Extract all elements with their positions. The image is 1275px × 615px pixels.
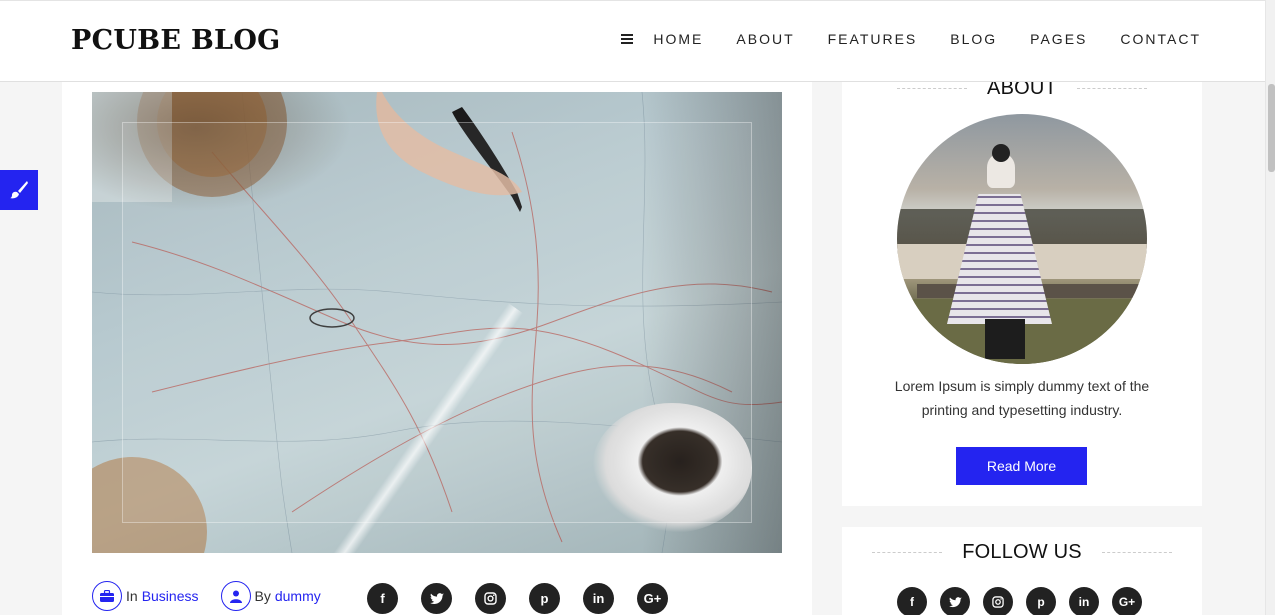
image-overlay-frame (122, 122, 752, 523)
nav-about[interactable]: ABOUT (736, 31, 794, 47)
nav-pages[interactable]: PAGES (1030, 31, 1087, 47)
title-divider-left (897, 88, 968, 89)
twitter-icon[interactable] (421, 583, 452, 614)
style-switcher-button[interactable] (0, 170, 38, 210)
title-divider-left (872, 552, 943, 553)
google-plus-icon[interactable]: G+ (637, 583, 668, 614)
photo-hat-pompom (992, 144, 1010, 162)
site-logo[interactable]: PCUBE BLOG (71, 25, 281, 56)
about-widget: ABOUT Lorem Ipsum is simply dummy text o… (842, 77, 1202, 506)
nav-features[interactable]: FEATURES (828, 31, 918, 47)
follow-social-icons: f p in G+ (897, 587, 1142, 615)
post-featured-image[interactable] (92, 92, 782, 553)
follow-title-row: FOLLOW US (842, 541, 1202, 564)
page-scrollbar[interactable] (1265, 0, 1275, 615)
twitter-icon[interactable] (940, 587, 970, 615)
about-photo (897, 114, 1147, 364)
main-nav: HOME ABOUT FEATURES BLOG PAGES CONTACT (621, 31, 1201, 47)
post-author: By dummy (220, 581, 321, 611)
post-category: In Business (92, 581, 199, 611)
photo-person-legs (985, 319, 1025, 359)
menu-icon[interactable] (621, 34, 634, 44)
about-description: Lorem Ipsum is simply dummy text of the … (894, 378, 1150, 418)
title-divider-right (1076, 88, 1147, 89)
category-link[interactable]: Business (142, 588, 199, 604)
category-prefix: In (126, 588, 138, 604)
instagram-icon[interactable] (475, 583, 506, 614)
instagram-icon[interactable] (983, 587, 1013, 615)
read-more-button[interactable]: Read More (956, 447, 1087, 485)
google-plus-icon[interactable]: G+ (1112, 587, 1142, 615)
post-card: In Business By dummy f p in G+ (62, 82, 812, 615)
facebook-icon[interactable]: f (367, 583, 398, 614)
pinterest-icon[interactable]: p (1026, 587, 1056, 615)
briefcase-icon (92, 581, 122, 611)
facebook-icon[interactable]: f (897, 587, 927, 615)
author-prefix: By (254, 588, 271, 604)
linkedin-icon[interactable]: in (1069, 587, 1099, 615)
post-share-icons: f p in G+ (367, 583, 668, 614)
paintbrush-icon (10, 181, 28, 199)
nav-blog[interactable]: BLOG (950, 31, 997, 47)
linkedin-icon[interactable]: in (583, 583, 614, 614)
user-icon (220, 581, 251, 611)
post-meta: In Business By dummy (92, 581, 343, 611)
nav-contact[interactable]: CONTACT (1120, 31, 1201, 47)
title-divider-right (1101, 552, 1172, 553)
follow-widget: FOLLOW US f p in G+ (842, 527, 1202, 615)
site-header: PCUBE BLOG HOME ABOUT FEATURES BLOG PAGE… (0, 0, 1265, 82)
follow-title: FOLLOW US (962, 541, 1082, 563)
nav-home[interactable]: HOME (653, 31, 703, 47)
scrollbar-thumb[interactable] (1268, 84, 1275, 172)
pinterest-icon[interactable]: p (529, 583, 560, 614)
author-link[interactable]: dummy (275, 588, 321, 604)
